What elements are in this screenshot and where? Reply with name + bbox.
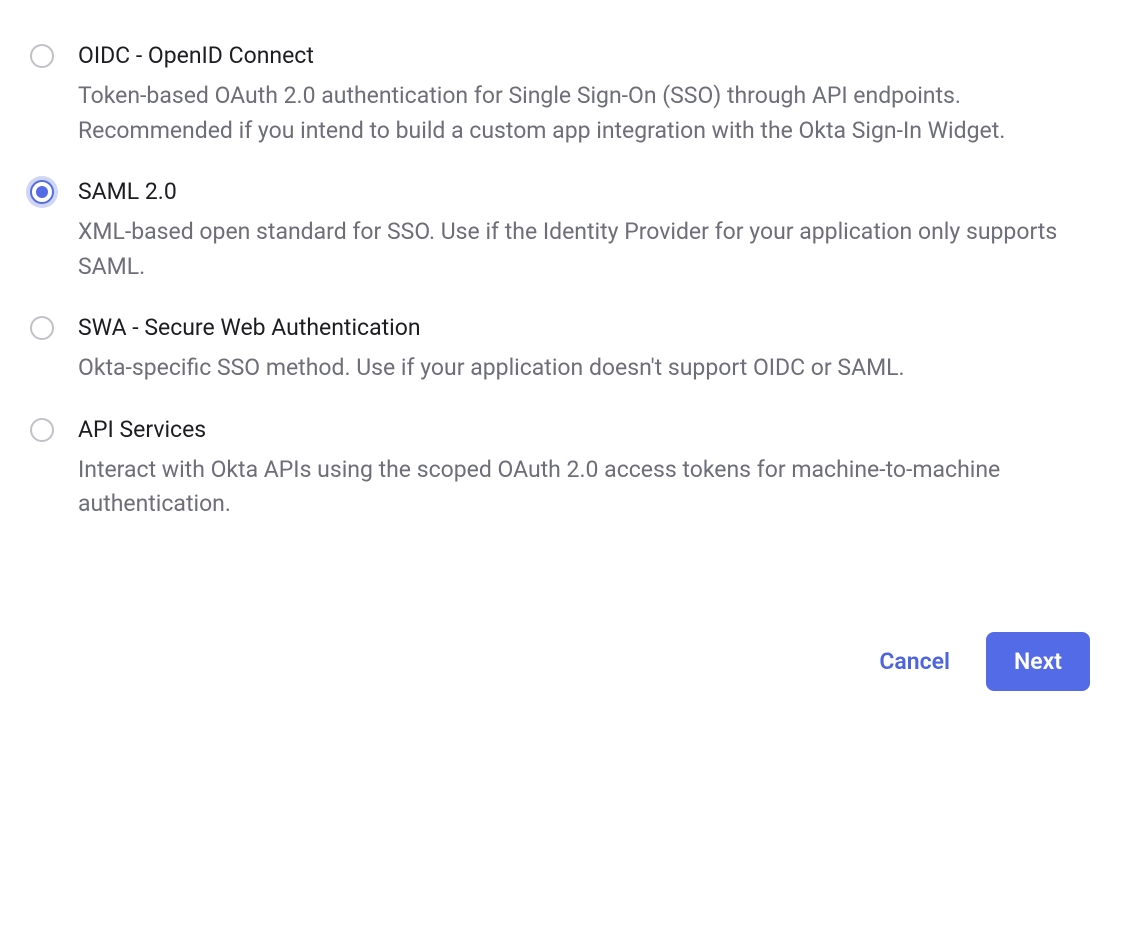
option-saml-title: SAML 2.0	[78, 176, 1096, 207]
cancel-button[interactable]: Cancel	[879, 648, 950, 675]
option-saml[interactable]: SAML 2.0 XML-based open standard for SSO…	[30, 176, 1096, 284]
radio-swa[interactable]	[30, 316, 54, 340]
sign-on-method-options: OIDC - OpenID Connect Token-based OAuth …	[30, 40, 1096, 522]
option-saml-description: XML-based open standard for SSO. Use if …	[78, 215, 1096, 284]
option-swa[interactable]: SWA - Secure Web Authentication Okta-spe…	[30, 312, 1096, 386]
option-swa-title: SWA - Secure Web Authentication	[78, 312, 1096, 343]
radio-saml[interactable]	[30, 180, 54, 204]
option-api-services-description: Interact with Okta APIs using the scoped…	[78, 453, 1096, 522]
option-saml-text: SAML 2.0 XML-based open standard for SSO…	[78, 176, 1096, 284]
radio-api-services[interactable]	[30, 418, 54, 442]
option-swa-description: Okta-specific SSO method. Use if your ap…	[78, 351, 1096, 386]
option-oidc[interactable]: OIDC - OpenID Connect Token-based OAuth …	[30, 40, 1096, 148]
option-api-services-text: API Services Interact with Okta APIs usi…	[78, 414, 1096, 522]
option-oidc-description: Token-based OAuth 2.0 authentication for…	[78, 79, 1096, 148]
option-oidc-text: OIDC - OpenID Connect Token-based OAuth …	[78, 40, 1096, 148]
option-swa-text: SWA - Secure Web Authentication Okta-spe…	[78, 312, 1096, 386]
radio-oidc[interactable]	[30, 44, 54, 68]
option-oidc-title: OIDC - OpenID Connect	[78, 40, 1096, 71]
option-api-services[interactable]: API Services Interact with Okta APIs usi…	[30, 414, 1096, 522]
footer-actions: Cancel Next	[30, 632, 1096, 691]
next-button[interactable]: Next	[986, 632, 1090, 691]
option-api-services-title: API Services	[78, 414, 1096, 445]
